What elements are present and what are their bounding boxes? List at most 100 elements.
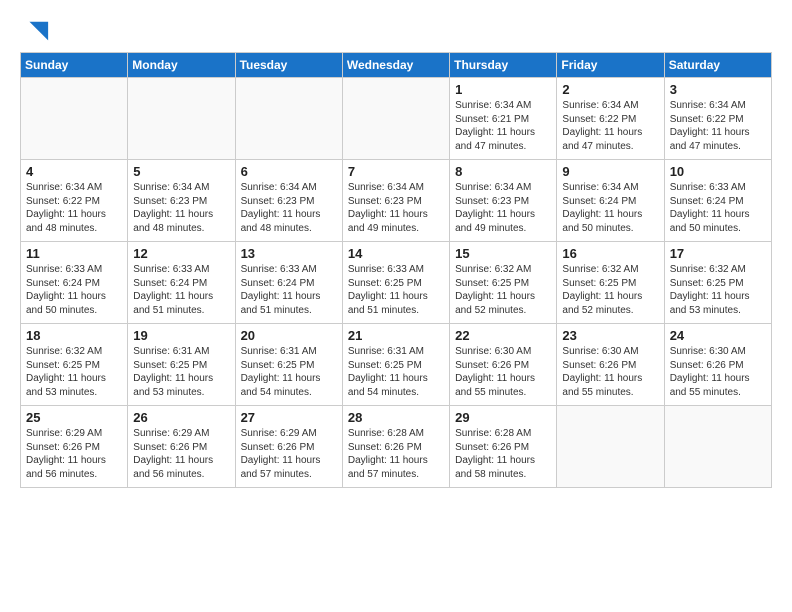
calendar-cell: 2Sunrise: 6:34 AMSunset: 6:22 PMDaylight… [557,78,664,160]
calendar-header-friday: Friday [557,53,664,78]
calendar-cell: 4 Sunrise: 6:34 AMSunset: 6:22 PMDaylight… [21,160,128,242]
day-info: Sunrise: 6:29 AMSunset: 6:26 PMDaylight:… [26,427,122,481]
day-info: Sunrise: 6:33 AMSunset: 6:25 PMDaylight:… [348,263,444,317]
calendar-cell: 9 Sunrise: 6:34 AMSunset: 6:24 PMDaylight… [557,160,664,242]
day-info: Sunrise: 6:28 AMSunset: 6:26 PMDaylight:… [348,427,444,481]
day-number: 5 [133,164,229,179]
day-number: 28 [348,410,444,425]
day-number: 23 [562,328,658,343]
calendar-week-3: 11 Sunrise: 6:33 AMSunset: 6:24 PMDayligh… [21,242,772,324]
day-number: 4 [26,164,122,179]
day-info: Sunrise: 6:34 AMSunset: 6:24 PMDaylight:… [562,181,658,235]
calendar-week-5: 25 Sunrise: 6:29 AMSunset: 6:26 PMDayligh… [21,406,772,488]
day-number: 11 [26,246,122,261]
calendar-week-2: 4 Sunrise: 6:34 AMSunset: 6:22 PMDaylight… [21,160,772,242]
calendar-table: SundayMondayTuesdayWednesdayThursdayFrid… [20,52,772,488]
day-number: 1 [455,82,551,97]
day-info: Sunrise: 6:33 AMSunset: 6:24 PMDaylight:… [26,263,122,317]
calendar-cell: 23 Sunrise: 6:30 AMSunset: 6:26 PMDayligh… [557,324,664,406]
day-info: Sunrise: 6:33 AMSunset: 6:24 PMDaylight:… [670,181,766,235]
calendar-header-monday: Monday [128,53,235,78]
logo-icon [22,18,50,46]
day-info: Sunrise: 6:34 AMSunset: 6:23 PMDaylight:… [241,181,337,235]
calendar-header-thursday: Thursday [450,53,557,78]
day-number: 9 [562,164,658,179]
calendar-cell: 29Sunrise: 6:28 AMSunset: 6:26 PMDayligh… [450,406,557,488]
calendar-cell: 16 Sunrise: 6:32 AMSunset: 6:25 PMDayligh… [557,242,664,324]
day-number: 29 [455,410,551,425]
page: SundayMondayTuesdayWednesdayThursdayFrid… [0,0,792,498]
calendar-cell: 6 Sunrise: 6:34 AMSunset: 6:23 PMDaylight… [235,160,342,242]
day-number: 18 [26,328,122,343]
day-info: Sunrise: 6:33 AMSunset: 6:24 PMDaylight:… [241,263,337,317]
day-info: Sunrise: 6:30 AMSunset: 6:26 PMDaylight:… [455,345,551,399]
calendar-header-sunday: Sunday [21,53,128,78]
day-info: Sunrise: 6:31 AMSunset: 6:25 PMDaylight:… [241,345,337,399]
calendar-cell [235,78,342,160]
day-info: Sunrise: 6:34 AMSunset: 6:22 PMDaylight:… [670,99,766,153]
calendar-cell: 15 Sunrise: 6:32 AMSunset: 6:25 PMDayligh… [450,242,557,324]
calendar-cell: 8Sunrise: 6:34 AMSunset: 6:23 PMDaylight… [450,160,557,242]
day-info: Sunrise: 6:30 AMSunset: 6:26 PMDaylight:… [562,345,658,399]
day-info: Sunrise: 6:34 AMSunset: 6:22 PMDaylight:… [562,99,658,153]
calendar-cell: 17Sunrise: 6:32 AMSunset: 6:25 PMDayligh… [664,242,771,324]
day-info: Sunrise: 6:34 AMSunset: 6:22 PMDaylight:… [26,181,122,235]
day-info: Sunrise: 6:32 AMSunset: 6:25 PMDaylight:… [455,263,551,317]
calendar-header-saturday: Saturday [664,53,771,78]
calendar-cell: 18 Sunrise: 6:32 AMSunset: 6:25 PMDayligh… [21,324,128,406]
day-number: 26 [133,410,229,425]
calendar-header-wednesday: Wednesday [342,53,449,78]
calendar-cell: 24 Sunrise: 6:30 AMSunset: 6:26 PMDayligh… [664,324,771,406]
header [20,18,772,46]
day-info: Sunrise: 6:32 AMSunset: 6:25 PMDaylight:… [670,263,766,317]
calendar-cell [557,406,664,488]
day-info: Sunrise: 6:29 AMSunset: 6:26 PMDaylight:… [241,427,337,481]
day-info: Sunrise: 6:32 AMSunset: 6:25 PMDaylight:… [26,345,122,399]
day-info: Sunrise: 6:30 AMSunset: 6:26 PMDaylight:… [670,345,766,399]
calendar-week-4: 18 Sunrise: 6:32 AMSunset: 6:25 PMDayligh… [21,324,772,406]
day-number: 15 [455,246,551,261]
calendar-cell: 14 Sunrise: 6:33 AMSunset: 6:25 PMDayligh… [342,242,449,324]
calendar-cell [128,78,235,160]
calendar-cell: 10 Sunrise: 6:33 AMSunset: 6:24 PMDayligh… [664,160,771,242]
day-number: 13 [241,246,337,261]
day-number: 12 [133,246,229,261]
day-number: 6 [241,164,337,179]
calendar-cell: 13 Sunrise: 6:33 AMSunset: 6:24 PMDayligh… [235,242,342,324]
day-number: 20 [241,328,337,343]
day-number: 22 [455,328,551,343]
day-number: 10 [670,164,766,179]
day-number: 8 [455,164,551,179]
calendar-cell: 3 Sunrise: 6:34 AMSunset: 6:22 PMDaylight… [664,78,771,160]
day-info: Sunrise: 6:33 AMSunset: 6:24 PMDaylight:… [133,263,229,317]
day-number: 16 [562,246,658,261]
calendar-cell [342,78,449,160]
day-number: 24 [670,328,766,343]
calendar-cell: 20 Sunrise: 6:31 AMSunset: 6:25 PMDayligh… [235,324,342,406]
calendar-cell: 27Sunrise: 6:29 AMSunset: 6:26 PMDayligh… [235,406,342,488]
day-info: Sunrise: 6:34 AMSunset: 6:21 PMDaylight:… [455,99,551,153]
calendar-cell: 11 Sunrise: 6:33 AMSunset: 6:24 PMDayligh… [21,242,128,324]
calendar-cell: 7 Sunrise: 6:34 AMSunset: 6:23 PMDaylight… [342,160,449,242]
day-info: Sunrise: 6:34 AMSunset: 6:23 PMDaylight:… [348,181,444,235]
day-number: 14 [348,246,444,261]
day-info: Sunrise: 6:34 AMSunset: 6:23 PMDaylight:… [133,181,229,235]
day-info: Sunrise: 6:32 AMSunset: 6:25 PMDaylight:… [562,263,658,317]
calendar-header-row: SundayMondayTuesdayWednesdayThursdayFrid… [21,53,772,78]
calendar-cell: 12 Sunrise: 6:33 AMSunset: 6:24 PMDayligh… [128,242,235,324]
calendar-cell: 28 Sunrise: 6:28 AMSunset: 6:26 PMDayligh… [342,406,449,488]
day-info: Sunrise: 6:29 AMSunset: 6:26 PMDaylight:… [133,427,229,481]
calendar-header-tuesday: Tuesday [235,53,342,78]
calendar-cell: 5 Sunrise: 6:34 AMSunset: 6:23 PMDaylight… [128,160,235,242]
day-number: 3 [670,82,766,97]
calendar-cell: 22 Sunrise: 6:30 AMSunset: 6:26 PMDayligh… [450,324,557,406]
calendar-cell: 1 Sunrise: 6:34 AMSunset: 6:21 PMDaylight… [450,78,557,160]
calendar-week-1: 1 Sunrise: 6:34 AMSunset: 6:21 PMDaylight… [21,78,772,160]
calendar-cell: 26 Sunrise: 6:29 AMSunset: 6:26 PMDayligh… [128,406,235,488]
day-number: 7 [348,164,444,179]
calendar-cell: 25 Sunrise: 6:29 AMSunset: 6:26 PMDayligh… [21,406,128,488]
day-number: 25 [26,410,122,425]
calendar-cell [21,78,128,160]
day-info: Sunrise: 6:31 AMSunset: 6:25 PMDaylight:… [133,345,229,399]
calendar-cell [664,406,771,488]
